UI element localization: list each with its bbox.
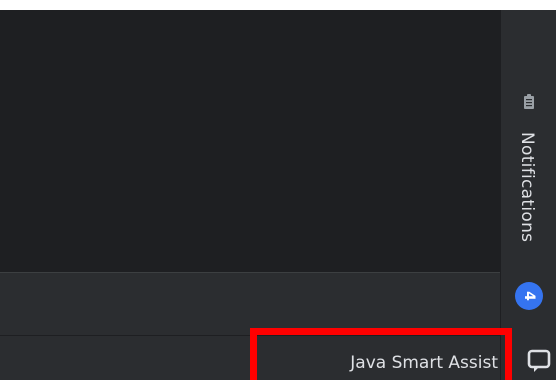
ide-window: Notifications 4 Java Smart Assist xyxy=(0,0,556,380)
tool-window-panel xyxy=(0,273,500,335)
notifications-count-badge: 4 xyxy=(515,282,543,310)
clipboard-icon xyxy=(524,94,534,109)
notifications-count: 4 xyxy=(521,291,537,301)
java-smart-assist-widget[interactable]: Java Smart Assist xyxy=(300,348,500,378)
java-smart-assist-label: Java Smart Assist xyxy=(350,353,498,373)
notifications-tab[interactable]: Notifications 4 xyxy=(510,90,548,315)
notifications-label: Notifications xyxy=(517,132,537,243)
chat-bubble-icon[interactable] xyxy=(526,348,552,374)
editor-area[interactable] xyxy=(0,10,500,272)
